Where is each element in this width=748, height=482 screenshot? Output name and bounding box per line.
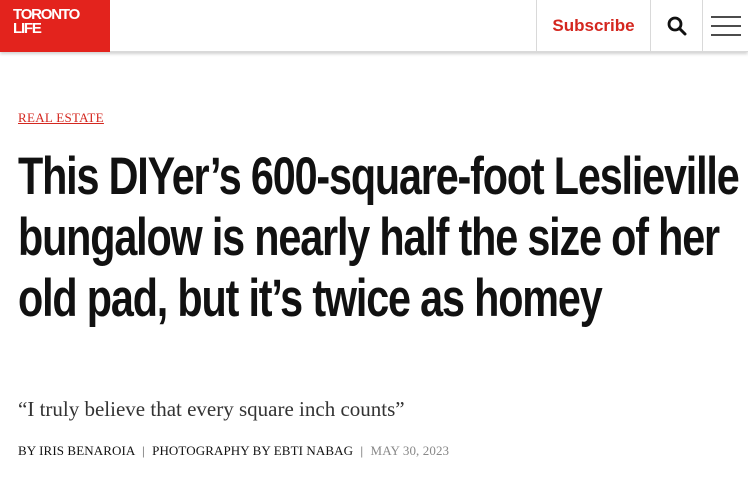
article-dek: “I truly believe that every square inch … bbox=[18, 397, 405, 421]
menu-button[interactable] bbox=[702, 0, 748, 52]
category-link[interactable]: REAL ESTATE bbox=[18, 110, 104, 126]
photographer-credit: PHOTOGRAPHY BY EBTI NABAG bbox=[152, 443, 354, 458]
site-header: TORONTO LIFE Subscribe bbox=[0, 0, 748, 52]
author-name: BY IRIS BENAROIA bbox=[18, 443, 135, 458]
byline: BY IRIS BENAROIA | PHOTOGRAPHY BY EBTI N… bbox=[18, 443, 449, 459]
subscribe-button[interactable]: Subscribe bbox=[536, 0, 650, 52]
byline-separator: | bbox=[142, 443, 145, 458]
hamburger-menu-icon bbox=[710, 16, 741, 36]
article-headline: This DIYer’s 600-square-foot Leslieville… bbox=[18, 147, 740, 328]
search-icon bbox=[667, 16, 686, 36]
publish-date: MAY 30, 2023 bbox=[370, 443, 450, 458]
byline-separator: | bbox=[360, 443, 364, 458]
search-button[interactable] bbox=[650, 0, 702, 52]
toronto-life-logo[interactable]: TORONTO LIFE bbox=[0, 0, 110, 52]
logo-line-2: LIFE bbox=[13, 20, 42, 37]
